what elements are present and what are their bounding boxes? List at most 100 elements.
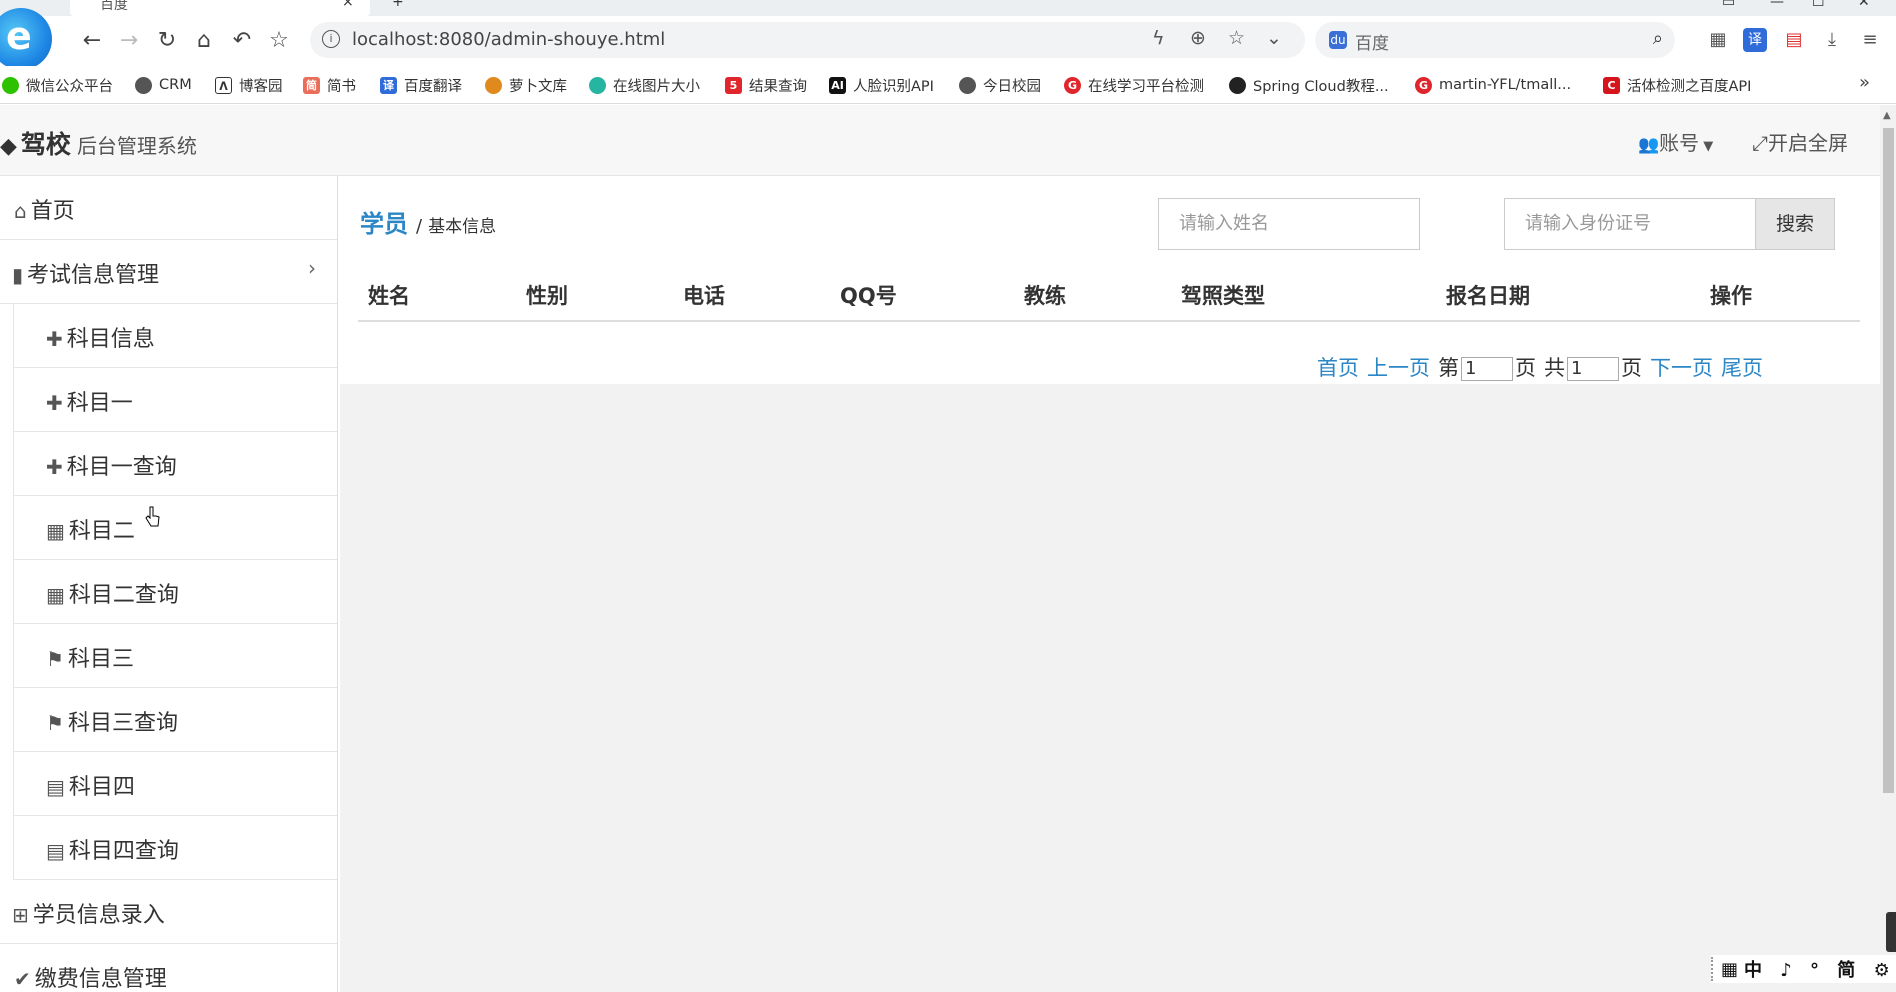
bookmark-item[interactable]: 5 结果查询 (725, 74, 807, 96)
restore-icon[interactable]: ▭ (1722, 0, 1735, 10)
close-window-icon[interactable]: ✕ (1858, 0, 1870, 10)
sidebar-subitem-label: 科目二 (68, 519, 135, 544)
apps-grid-icon[interactable]: ▦ (1706, 28, 1730, 52)
more-bookmarks-icon[interactable]: » (1859, 72, 1870, 93)
ime-toolbar[interactable]: ▦ 中 ♪ ° 简 ⚙ (1711, 955, 1896, 983)
puzzle-icon: ✚ (46, 327, 63, 351)
ime-handle[interactable] (1711, 957, 1716, 981)
tag-icon: ◆ (0, 134, 17, 159)
ime-status[interactable]: 中 ♪ ° 简 ⚙ (1744, 956, 1896, 982)
bookmark-item[interactable]: Spring Cloud教程... (1229, 74, 1389, 96)
forward-icon[interactable]: → (114, 26, 144, 56)
sidebar-subitem[interactable]: ▦ 科目二 (13, 496, 337, 560)
ime-grid-icon[interactable]: ▦ (1721, 959, 1744, 980)
bookmark-item[interactable]: Gmartin-YFL/tmall... (1415, 74, 1571, 96)
sidebar-subitem[interactable]: ▤ 科目四查询 (13, 816, 337, 880)
chevron-down-icon[interactable]: ⌄ (1266, 27, 1282, 49)
sidebar-subitem[interactable]: ✚ 科目一查询 (13, 432, 337, 496)
baidu-translate-icon: 译 (380, 76, 397, 94)
prev-page-link[interactable]: 上一页 (1367, 352, 1430, 382)
sidebar-item-fee-management[interactable]: ✔ 缴费信息管理 (0, 944, 337, 992)
bookmark-item[interactable]: 译百度翻译 (380, 74, 462, 96)
breadcrumb-main[interactable]: 学员 (360, 204, 408, 239)
sidebar-subitem-label: 科目一 (66, 391, 133, 416)
address-bar[interactable]: i localhost:8080/admin-shouye.html ϟ ⊕ ☆… (310, 22, 1305, 58)
grid-icon: ▦ (46, 519, 65, 543)
sidebar-item-home[interactable]: ⌂ 首页 (0, 176, 337, 240)
breadcrumb-sub: 基本信息 (428, 217, 497, 237)
site-info-icon[interactable]: i (322, 30, 340, 48)
main-content: 学员 / 基本信息 请输入姓名 请输入身份证号 搜索 姓名 性别 电话 QQ号 … (340, 176, 1880, 384)
bookmark-item[interactable]: AI 人脸识别API (829, 74, 934, 96)
baidu-icon: du (1329, 31, 1347, 49)
grid-icon: ▦ (46, 583, 65, 607)
sidebar-subitem[interactable]: ✚ 科目一 (13, 368, 337, 432)
bookmark-item[interactable]: 简简书 (303, 74, 356, 96)
sidebar-subitem[interactable]: ✚ 科目信息 (13, 304, 337, 368)
last-page-link[interactable]: 尾页 (1721, 352, 1763, 382)
bookmark-label: 博客园 (239, 78, 283, 95)
menu-icon[interactable]: ≡ (1858, 28, 1882, 52)
reload-icon[interactable]: ↻ (152, 26, 182, 56)
bookmark-label: CRM (159, 77, 192, 93)
bookmark-item[interactable]: 微信公众平台 (2, 74, 113, 96)
id-search-input[interactable]: 请输入身份证号 (1504, 198, 1756, 250)
sidebar-item-label: 考试信息管理 (27, 263, 160, 288)
sidebar-subitem[interactable]: ⚑ 科目三 (13, 624, 337, 688)
g-icon: G (1064, 76, 1081, 94)
breadcrumb: 学员 / 基本信息 (360, 204, 496, 239)
bookmark-item[interactable]: C 活体检测之百度API (1603, 74, 1751, 96)
chevron-right-icon: › (308, 256, 316, 280)
search-icon[interactable]: ⌕ (1653, 28, 1663, 49)
sidebar-item-label: 学员信息录入 (32, 903, 165, 928)
search-placeholder: 百度 (1355, 34, 1389, 54)
bookmark-item[interactable]: 萝卜文库 (485, 74, 567, 96)
gear-icon (589, 76, 606, 94)
close-tab-icon[interactable]: × (342, 0, 354, 10)
total-pages-input[interactable]: 1 (1567, 357, 1619, 381)
lightning-icon[interactable]: ϟ (1152, 27, 1165, 49)
new-tab-icon[interactable]: + (392, 0, 404, 10)
page-prefix: 第 (1438, 356, 1459, 380)
maximize-icon[interactable]: ☐ (1812, 0, 1825, 10)
zoom-icon[interactable]: ⊕ (1190, 27, 1206, 49)
fullscreen-button[interactable]: ⤢开启全屏 (1752, 127, 1848, 156)
back-icon[interactable]: ← (77, 26, 107, 56)
star-icon[interactable]: ☆ (264, 26, 294, 56)
download-icon[interactable]: ⤓ (1820, 28, 1844, 52)
total-prefix: 共 (1544, 356, 1565, 380)
bookmark-item[interactable]: ᐱ 博客园 (215, 74, 283, 96)
scrollbar-thumb[interactable] (1883, 128, 1894, 793)
first-page-link[interactable]: 首页 (1317, 352, 1359, 382)
sidebar-subitem-label: 科目四查询 (68, 839, 179, 864)
brand-title: 驾校 (20, 130, 71, 159)
next-page-link[interactable]: 下一页 (1650, 352, 1713, 382)
column-header: 驾照类型 (1181, 284, 1265, 308)
browser-tab[interactable]: 百度 × (70, 0, 370, 16)
translate-icon[interactable]: 译 (1743, 28, 1767, 52)
undo-icon[interactable]: ↶ (227, 26, 257, 56)
account-dropdown[interactable]: 👥账号 ▼ (1638, 127, 1713, 156)
sidebar-item-exam-management[interactable]: ▮ 考试信息管理 › (0, 240, 337, 304)
bookmark-item[interactable]: 今日校园 (959, 74, 1041, 96)
search-box[interactable]: du 百度 ⌕ (1315, 22, 1675, 58)
home-icon[interactable]: ⌂ (189, 26, 219, 56)
search-button[interactable]: 搜索 (1755, 198, 1835, 250)
sidebar-subitem[interactable]: ▤ 科目四 (13, 752, 337, 816)
home-icon: ⌂ (14, 199, 27, 223)
bookmark-item[interactable]: CRM (135, 74, 192, 96)
side-tab[interactable] (1886, 912, 1896, 952)
name-search-input[interactable]: 请输入姓名 (1158, 198, 1420, 250)
sidebar-item-student-entry[interactable]: ⊞ 学员信息录入 (0, 880, 337, 944)
minimize-icon[interactable]: — (1770, 0, 1784, 10)
bookmark-item[interactable]: 在线图片大小 (589, 74, 700, 96)
sidebar-subitem[interactable]: ▦ 科目二查询 (13, 560, 337, 624)
pdf-icon[interactable]: ▤ (1782, 28, 1806, 52)
bookmark-item[interactable]: G 在线学习平台检测 (1064, 74, 1204, 96)
bookmark-star-icon[interactable]: ☆ (1228, 27, 1245, 49)
github-icon (1229, 76, 1246, 94)
scroll-up-icon[interactable]: ▲ (1883, 110, 1891, 121)
page-input[interactable]: 1 (1461, 357, 1513, 381)
bookmark-label: 微信公众平台 (26, 78, 113, 95)
sidebar-subitem[interactable]: ⚑ 科目三查询 (13, 688, 337, 752)
